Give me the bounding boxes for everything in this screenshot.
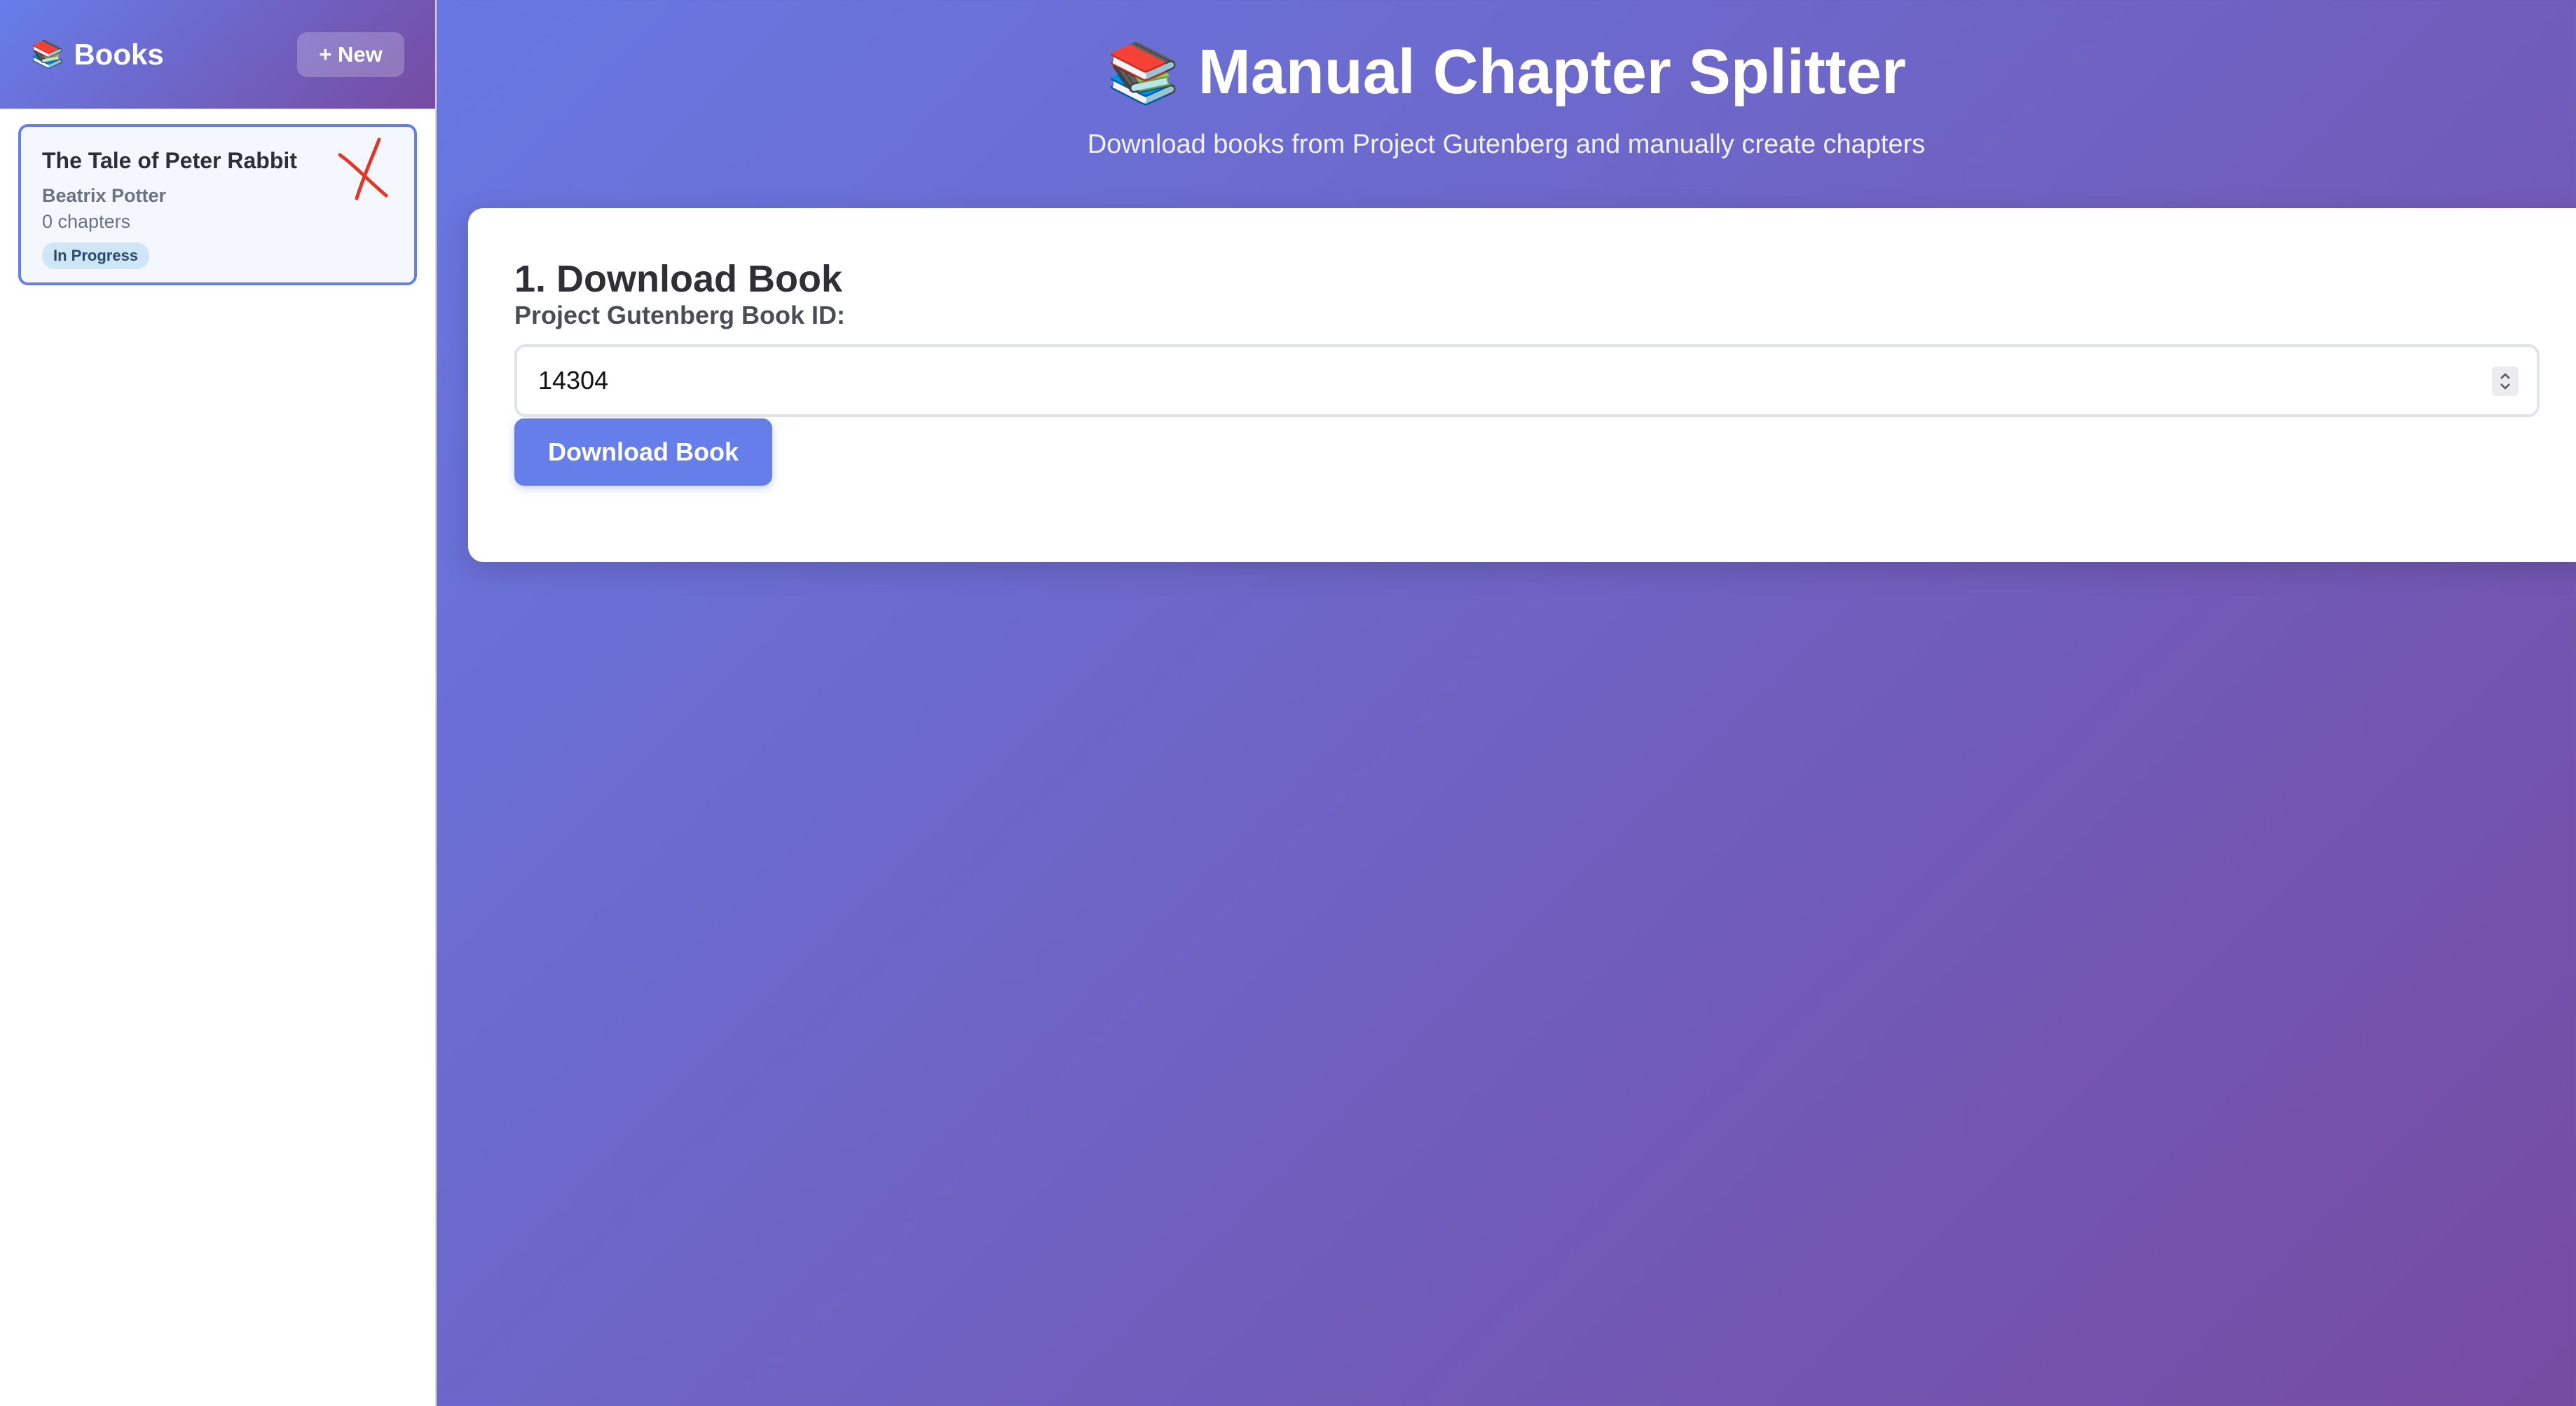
book-list-item[interactable]: The Tale of Peter Rabbit Beatrix Potter …	[18, 124, 417, 285]
download-book-card: 1. Download Book Project Gutenberg Book …	[468, 208, 2576, 562]
page-subtitle: Download books from Project Gutenberg an…	[1087, 130, 1926, 159]
sidebar-title: 📚 Books	[31, 38, 164, 71]
book-id-input[interactable]	[538, 366, 2516, 395]
main-content: 📚 Manual Chapter Splitter Download books…	[437, 0, 2576, 1406]
books-icon: 📚	[1107, 39, 1180, 106]
sidebar-title-label: Books	[74, 37, 164, 71]
download-section-heading: 1. Download Book	[514, 258, 843, 300]
download-book-button[interactable]: Download Book	[514, 418, 772, 486]
book-id-field[interactable]	[514, 344, 2540, 417]
sidebar: 📚 Books + New The Tale of Peter Rabbit B…	[0, 0, 437, 1406]
new-book-button[interactable]: + New	[297, 32, 404, 77]
number-stepper[interactable]	[2492, 367, 2519, 396]
stepper-arrows-icon	[2500, 373, 2510, 390]
page-title: 📚 Manual Chapter Splitter	[437, 36, 2576, 109]
book-list: The Tale of Peter Rabbit Beatrix Potter …	[0, 109, 435, 301]
page-header: 📚 Manual Chapter Splitter Download books…	[437, 0, 2576, 160]
status-badge: In Progress	[42, 243, 150, 269]
books-icon: 📚	[31, 39, 64, 69]
sidebar-header: 📚 Books + New	[0, 0, 435, 109]
delete-icon[interactable]	[336, 137, 392, 204]
book-chapter-count: 0 chapters	[42, 211, 131, 232]
page-title-text: Manual Chapter Splitter	[1198, 37, 1906, 107]
book-id-label: Project Gutenberg Book ID:	[514, 301, 846, 329]
